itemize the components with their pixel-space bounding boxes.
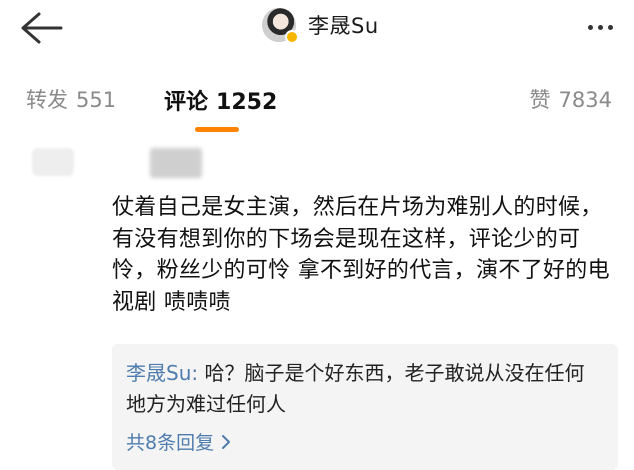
tab-reposts[interactable]: 转发 551 [26, 84, 116, 114]
header-title-group: 李晟Su [262, 3, 379, 47]
reply-count-label: 共8条回复 [126, 432, 215, 454]
view-replies-link[interactable]: 共8条回复 [126, 428, 232, 455]
top-bar: 李晟Su [0, 0, 634, 60]
more-horizontal-icon-dot [607, 24, 613, 30]
comment-header [0, 140, 634, 184]
more-horizontal-icon-dot [597, 24, 603, 30]
back-button[interactable] [12, 6, 68, 50]
tab-label: 评论 [164, 90, 209, 115]
tab-comments[interactable]: 评论 1252 [164, 84, 277, 116]
reply-preview: 李晟Su: 哈？脑子是个好东西，老子敢说从没在任何地方为难过任何人 [126, 358, 596, 420]
tab-count: 7834 [558, 88, 612, 112]
tab-count: 1252 [216, 90, 278, 115]
tab-label: 转发 [26, 88, 68, 112]
page-title[interactable]: 李晟Su [308, 10, 379, 40]
chevron-right-icon [222, 434, 231, 449]
commenter-avatar[interactable] [32, 148, 74, 176]
weibo-comments-page: 李晟Su 转发 551 评论 1252 赞 7834 仗着自己是女主演，然后在片场为难… [0, 0, 634, 470]
tab-likes[interactable]: 赞 7834 [530, 84, 612, 114]
more-options-button[interactable] [580, 12, 620, 42]
verified-badge-icon [285, 30, 299, 44]
comment-body: 仗着自己是女主演，然后在片场为难别人的时候，有没有想到你的下场会是现在这样，评论… [112, 195, 610, 315]
tab-count: 551 [76, 88, 117, 112]
commenter-name-blurred[interactable] [150, 148, 202, 178]
tab-label: 赞 [529, 88, 551, 112]
avatar[interactable] [262, 8, 299, 44]
more-horizontal-icon [587, 24, 593, 30]
active-tab-indicator [195, 127, 239, 132]
reply-author[interactable]: 李晟Su: [126, 361, 198, 385]
reply-preview-box[interactable]: 李晟Su: 哈？脑子是个好东西，老子敢说从没在任何地方为难过任何人 共8条回复 [112, 344, 618, 470]
arrow-left-icon [21, 12, 63, 44]
tab-bar: 转发 551 评论 1252 赞 7834 [0, 78, 634, 138]
